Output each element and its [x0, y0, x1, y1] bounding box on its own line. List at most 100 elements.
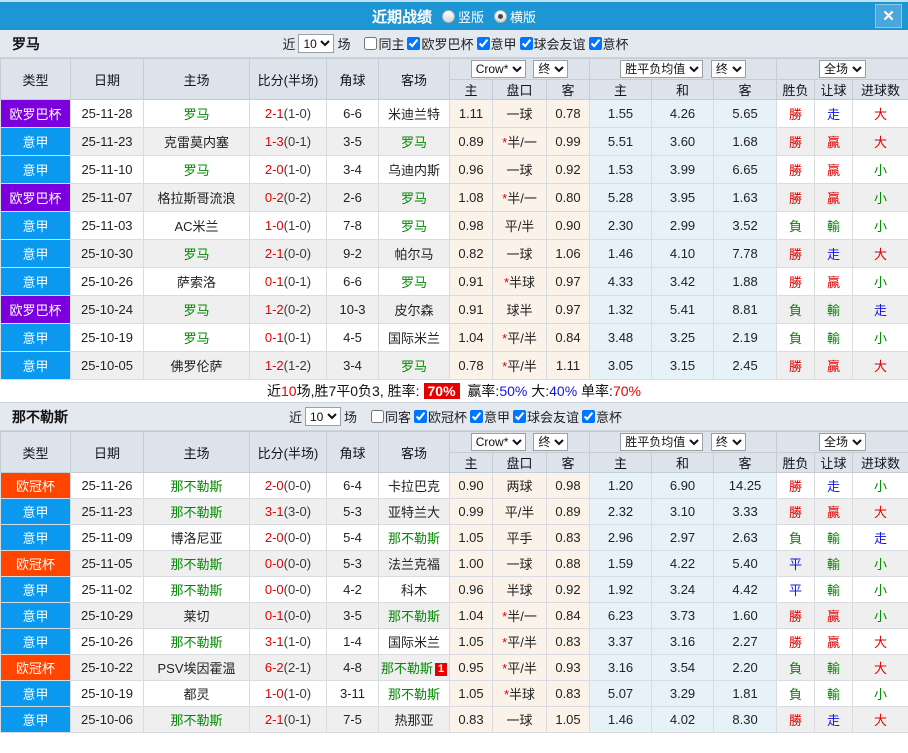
col-handicap-away: 客 [545, 452, 591, 473]
competition-checkbox[interactable] [476, 37, 490, 50]
competition-filter-friendly[interactable]: 球会友谊 [510, 407, 579, 426]
draw-odds: 3.99 [651, 155, 715, 184]
score: 1-2(1-2) [249, 351, 327, 380]
close-button[interactable]: ✕ [875, 4, 902, 28]
score: 1-3(0-1) [249, 127, 327, 156]
home-team: 罗马 [143, 239, 250, 268]
away-team: 法兰克福 [378, 550, 450, 577]
match-date: 25-10-29 [70, 602, 144, 629]
odds-time-select[interactable]: 终 [533, 60, 569, 78]
competition-filter-europa[interactable]: 欧罗巴杯 [404, 34, 474, 53]
wdl-time-select[interactable]: 终 [710, 433, 746, 451]
layout-option-vertical[interactable]: 竖版 [441, 7, 484, 26]
win-odds: 1.32 [589, 295, 653, 324]
draw-odds: 4.22 [651, 550, 715, 577]
near-label: 近 [288, 410, 302, 425]
scope-select[interactable]: 全场 [819, 433, 867, 451]
scope-select[interactable]: 全场 [819, 60, 867, 78]
early-change-star: * [503, 687, 510, 702]
corner-count: 4-5 [326, 323, 379, 352]
same-venue-checkbox[interactable] [370, 410, 384, 423]
radio-checked-icon[interactable] [494, 9, 507, 23]
match-date: 25-11-26 [70, 472, 144, 499]
wdl-average-select[interactable]: 胜平负均值 [620, 60, 704, 78]
competition-checkbox[interactable] [470, 410, 483, 423]
results-table-roma: 类型 日期 主场 比分(半场) 角球 客场 Crow* 终 胜平负均值 终 全场 [0, 58, 908, 380]
competition-checkbox[interactable] [407, 37, 421, 50]
competition-filter-seriea[interactable]: 意甲 [467, 407, 510, 426]
home-team: 萨索洛 [143, 267, 250, 296]
match-date: 25-11-28 [70, 99, 144, 128]
horizontal-label: 横版 [510, 9, 537, 25]
away-handicap-odds: 0.80 [545, 183, 591, 212]
handicap-result: 輸 [814, 323, 854, 352]
home-handicap-odds: 0.83 [449, 706, 493, 733]
handicap-line: 一球 [492, 155, 547, 184]
score: 3-1(3-0) [249, 498, 327, 525]
away-team: 那不勒斯 [378, 524, 450, 551]
same-venue-filter[interactable]: 同客 [368, 407, 411, 426]
win-odds: 1.46 [589, 239, 653, 268]
match-row: 意甲 25-10-26 那不勒斯 3-1(1-0) 1-4 国际米兰 1.05 *平/半 0.8… [0, 628, 908, 655]
competition-badge: 意甲 [0, 267, 71, 296]
competition-badge: 意甲 [0, 602, 71, 629]
col-handicap-line: 盘口 [492, 452, 547, 473]
match-result: 勝 [776, 239, 816, 268]
score: 2-1(0-0) [249, 239, 327, 268]
close-icon: ✕ [882, 7, 895, 25]
odds-company-select[interactable]: Crow* [470, 433, 526, 451]
odds-time-select[interactable]: 终 [533, 433, 569, 451]
competition-checkbox[interactable] [513, 410, 527, 423]
win-odds: 5.07 [589, 680, 653, 707]
competition-label: 意甲 [484, 410, 511, 425]
competition-checkbox[interactable] [582, 410, 596, 423]
away-handicap-odds: 0.97 [545, 267, 591, 296]
home-handicap-odds: 1.04 [449, 323, 493, 352]
corner-count: 6-6 [326, 267, 379, 296]
col-lose-odds: 客 [713, 452, 778, 473]
col-home: 主场 [143, 431, 250, 473]
score: 2-0(1-0) [249, 155, 327, 184]
handicap-line: 一球 [492, 706, 547, 733]
wdl-average-select[interactable]: 胜平负均值 [620, 433, 704, 451]
match-result: 勝 [776, 706, 816, 733]
win-odds: 2.30 [589, 211, 653, 240]
match-row: 意甲 25-11-02 那不勒斯 0-0(0-0) 4-2 科木 0.96 半球 0.92 1.9… [0, 576, 908, 603]
win-odds: 3.05 [589, 351, 653, 380]
home-handicap-odds: 1.05 [449, 628, 493, 655]
competition-badge: 欧冠杯 [0, 472, 71, 499]
competition-badge: 欧罗巴杯 [0, 295, 71, 324]
competition-filter-ucl[interactable]: 欧冠杯 [411, 407, 467, 426]
home-team: 佛罗伦萨 [143, 351, 250, 380]
competition-filter-friendly[interactable]: 球会友谊 [517, 34, 586, 53]
competition-filter-cup[interactable]: 意杯 [579, 407, 622, 426]
col-lose-odds: 客 [713, 79, 778, 100]
competition-badge: 欧冠杯 [0, 654, 71, 681]
away-handicap-odds: 0.93 [545, 654, 591, 681]
win-odds: 1.46 [589, 706, 653, 733]
competition-badge: 意甲 [0, 351, 71, 380]
col-handicap-away: 客 [545, 79, 591, 100]
goals-result: 大 [852, 706, 908, 733]
competition-checkbox[interactable] [588, 37, 602, 50]
match-count-select[interactable]: 10 [298, 34, 335, 53]
away-team: 卡拉巴克 [378, 472, 450, 499]
same-venue-filter[interactable]: 同主 [361, 34, 404, 53]
layout-option-horizontal[interactable]: 横版 [494, 7, 536, 26]
col-result: 胜负 [776, 79, 816, 100]
match-count-select[interactable]: 10 [304, 407, 341, 426]
home-handicap-odds: 0.96 [449, 155, 493, 184]
same-venue-checkbox[interactable] [364, 37, 378, 50]
competition-checkbox[interactable] [519, 37, 533, 50]
handicap-line: 平/半 [492, 498, 547, 525]
competition-filter-cup[interactable]: 意杯 [586, 34, 629, 53]
handicap-result: 贏 [814, 628, 854, 655]
radio-unchecked-icon[interactable] [441, 9, 455, 23]
wdl-time-select[interactable]: 终 [710, 60, 746, 78]
win-odds: 3.16 [589, 654, 653, 681]
competition-badge: 意甲 [0, 680, 71, 707]
competition-filter-seriea[interactable]: 意甲 [474, 34, 517, 53]
odds-company-select[interactable]: Crow* [470, 60, 526, 78]
competition-checkbox[interactable] [413, 410, 427, 423]
match-date: 25-11-10 [70, 155, 144, 184]
